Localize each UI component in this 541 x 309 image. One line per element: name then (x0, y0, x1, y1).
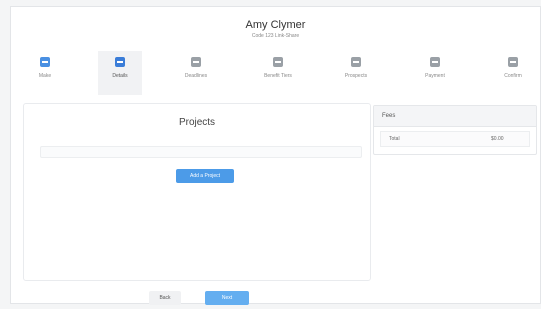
wizard-steps: Make Details Deadlines Benefit Tiers Pro… (11, 51, 541, 99)
step-prospects[interactable]: Prospects (334, 51, 378, 95)
next-button[interactable]: Next (205, 291, 249, 305)
step-label: Confirm (504, 73, 522, 79)
step-label: Deadlines (184, 73, 208, 79)
step-payment[interactable]: Payment (413, 51, 457, 95)
step-confirm[interactable]: Confirm (491, 51, 535, 95)
fees-total-label: Total (389, 136, 400, 142)
step-icon (508, 57, 518, 67)
step-icon (40, 57, 50, 67)
add-project-button[interactable]: Add a Project (176, 169, 234, 183)
step-deadlines[interactable]: Deadlines (174, 51, 218, 95)
page-subtitle: Code 123 Link-Share (251, 33, 300, 39)
page-title: Amy Clymer (245, 19, 306, 31)
step-details[interactable]: Details (98, 51, 142, 95)
fees-header: Fees (374, 106, 536, 127)
step-label: Details (112, 73, 128, 79)
step-label: Payment (425, 73, 445, 79)
app-window: Amy Clymer Code 123 Link-Share Make Deta… (10, 6, 541, 305)
step-label: Benefit Tiers (264, 73, 292, 79)
step-benefit-tiers[interactable]: Benefit Tiers (256, 51, 300, 95)
fees-total-row: Total $0.00 (380, 131, 530, 147)
fees-panel: Fees Total $0.00 (373, 105, 537, 155)
projects-list (40, 146, 362, 158)
step-make[interactable]: Make (23, 51, 67, 95)
step-icon (115, 57, 125, 67)
fees-total-amount: $0.00 (491, 136, 504, 142)
projects-title: Projects (178, 117, 216, 128)
step-icon (191, 57, 201, 67)
step-label: Prospects (344, 73, 368, 79)
step-label: Make (38, 73, 52, 79)
back-button[interactable]: Back (149, 291, 181, 305)
step-icon (351, 57, 361, 67)
footer-actions: Back Next (11, 291, 541, 305)
projects-panel: Projects Add a Project (23, 103, 371, 281)
page-header: Amy Clymer Code 123 Link-Share (11, 19, 540, 39)
step-icon (273, 57, 283, 67)
step-icon (430, 57, 440, 67)
